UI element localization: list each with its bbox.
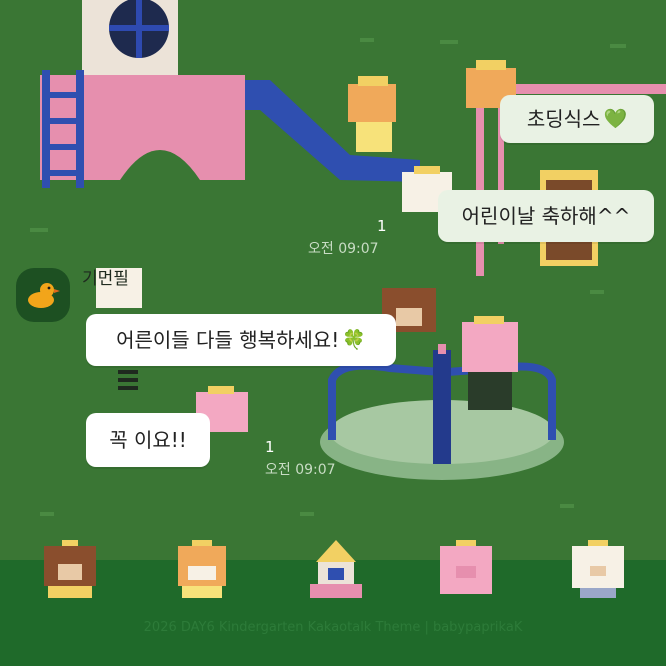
message-time: 오전 09:07 — [308, 241, 379, 257]
message-bubble-1[interactable]: 초딩식스 💚 — [500, 95, 654, 143]
sender-avatar[interactable] — [16, 268, 70, 322]
tab-white-bear-character[interactable] — [568, 536, 628, 602]
message-time: 오전 09:07 — [265, 462, 336, 478]
unread-count: 1 — [377, 217, 387, 235]
message-text: 초딩식스 — [526, 107, 601, 131]
message-text: 꼭 이요!! — [109, 428, 187, 452]
duck-icon — [28, 283, 60, 308]
message-bubble-3[interactable]: 어른이들 다들 행복하세요! 🍀 — [86, 314, 396, 366]
clover-emoji: 🍀 — [342, 328, 366, 351]
tab-house[interactable] — [306, 536, 366, 602]
message-text: 어린이날 축하해^^ — [461, 204, 631, 228]
message-bubble-2[interactable]: 어린이날 축하해^^ — [438, 190, 654, 242]
pig-icon — [440, 540, 492, 594]
white-bear-icon — [572, 540, 624, 598]
unread-count: 1 — [265, 438, 275, 456]
sender-name: 기먼필 — [82, 269, 129, 289]
tab-pig-character[interactable] — [436, 536, 496, 602]
house-icon — [310, 540, 362, 598]
green-heart-emoji: 💚 — [603, 107, 628, 130]
message-text: 어른이들 다들 행복하세요! — [116, 328, 340, 352]
pig-character — [462, 316, 518, 410]
tab-bear-character[interactable] — [40, 536, 100, 602]
tab-tiger-character[interactable] — [172, 536, 232, 602]
bear-icon — [44, 540, 96, 598]
theme-credit: 2026 DAY6 Kindergarten Kakaotalk Theme |… — [143, 620, 523, 635]
message-bubble-4[interactable]: 꼭 이요!! — [86, 413, 210, 467]
tiger-icon — [178, 540, 226, 598]
